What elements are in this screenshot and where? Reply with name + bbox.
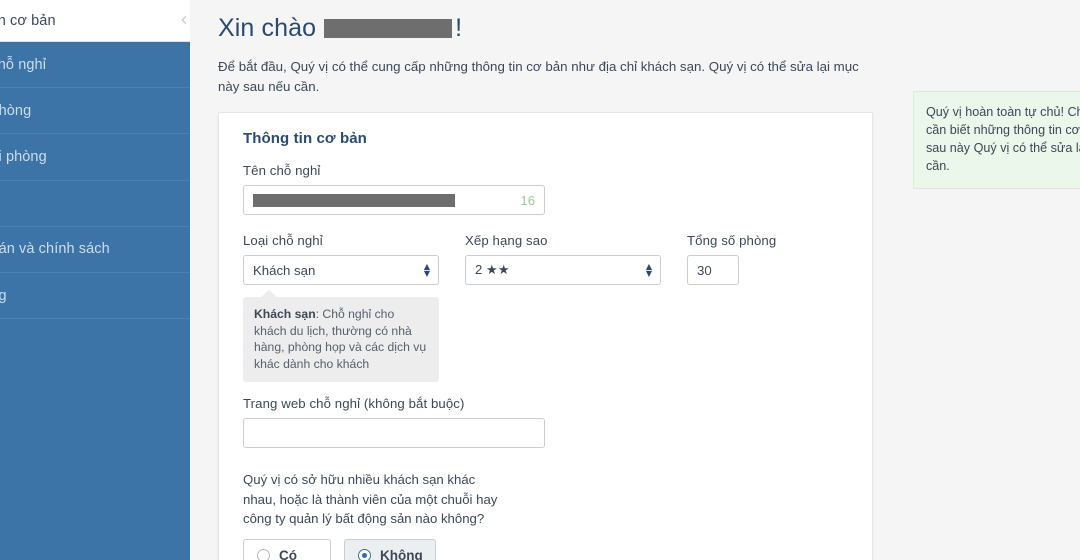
- sidebar: g tin cơ bản ‹ ết chỗ nghỉ ết phòng nghi…: [0, 0, 190, 560]
- total-rooms-value: 30: [697, 262, 712, 278]
- redacted-property-name: [253, 193, 455, 207]
- card-title: Thông tin cơ bản: [243, 130, 367, 147]
- tooltip-term: Khách sạn: [254, 307, 316, 321]
- total-rooms-field: Tổng số phòng 30: [687, 233, 797, 285]
- radio-circle-icon: [257, 548, 270, 560]
- chain-radio-group: Có Không: [243, 538, 848, 560]
- radio-label-yes: Có: [279, 547, 297, 560]
- main-content: Xin chào ! Để bắt đầu, Quý vị có thể cun…: [190, 0, 1080, 560]
- chain-question-label: Quý vị có sở hữu nhiều khách sạn khác nh…: [243, 472, 498, 526]
- greeting-suffix: !: [455, 14, 463, 42]
- sidebar-item-3[interactable]: ành: [0, 181, 190, 227]
- property-name-label: Tên chỗ nghỉ: [243, 163, 321, 178]
- sidebar-header: g tin cơ bản ‹: [0, 0, 190, 42]
- tip-text: Quý vị hoàn toàn tự chủ! Chúng tôi c cần…: [926, 105, 1080, 173]
- sidebar-item-label: ết phòng: [0, 102, 32, 119]
- sidebar-item-0[interactable]: ết chỗ nghỉ: [0, 42, 190, 89]
- page-title: Xin chào !: [218, 14, 1080, 43]
- website-label: Trang web chỗ nghỉ (không bắt buộc): [243, 396, 465, 411]
- star-rating-label: Xếp hạng sao: [465, 233, 548, 248]
- website-input[interactable]: [243, 418, 545, 448]
- sidebar-header-title: g tin cơ bản: [0, 12, 56, 29]
- sidebar-item-5[interactable]: đồng: [0, 273, 190, 320]
- property-type-label: Loại chỗ nghỉ: [243, 233, 323, 248]
- radio-option-yes[interactable]: Có: [243, 538, 331, 560]
- star-rating-field: Xếp hạng sao 2 ★★ ▲ ▼: [465, 233, 687, 285]
- total-rooms-label: Tổng số phòng: [687, 233, 777, 248]
- property-name-input[interactable]: 16: [243, 185, 545, 215]
- property-type-value: Khách sạn: [253, 262, 316, 278]
- star-rating-select[interactable]: 2 ★★ ▲ ▼: [465, 255, 661, 285]
- redacted-user-name: [324, 19, 453, 38]
- sidebar-item-label: ết chỗ nghỉ: [0, 56, 47, 73]
- field-row: Loại chỗ nghỉ Khách sạn ▲ ▼ Xếp hạng sao …: [243, 233, 848, 285]
- sidebar-item-label: đồng: [0, 288, 7, 304]
- sidebar-item-4[interactable]: n toán và chính sách: [0, 227, 190, 273]
- chevron-left-icon[interactable]: ‹: [180, 9, 188, 29]
- tip-panel: Quý vị hoàn toàn tự chủ! Chúng tôi c cần…: [913, 91, 1080, 189]
- chevron-updown-icon: ▲ ▼: [645, 262, 652, 278]
- star-rating-value: 2 ★★: [475, 262, 510, 277]
- radio-circle-selected-icon: [358, 548, 371, 560]
- sidebar-item-1[interactable]: ết phòng: [0, 88, 190, 135]
- property-type-tooltip: Khách sạn: Chỗ nghỉ cho khách du lịch, t…: [243, 290, 439, 382]
- chevron-updown-icon: ▲ ▼: [423, 262, 430, 278]
- basic-info-card: Thông tin cơ bản Tên chỗ nghỉ 16 Loại ch…: [218, 112, 873, 560]
- sidebar-item-label: n toán và chính sách: [0, 241, 110, 258]
- total-rooms-input[interactable]: 30: [687, 255, 739, 285]
- property-type-field: Loại chỗ nghỉ Khách sạn ▲ ▼: [243, 233, 465, 285]
- sidebar-nav: ết chỗ nghỉ ết phòng nghi phòng ành n to…: [0, 42, 190, 560]
- property-type-select[interactable]: Khách sạn ▲ ▼: [243, 255, 439, 285]
- intro-paragraph: Để bắt đầu, Quý vị có thể cung cấp những…: [218, 59, 859, 94]
- sidebar-item-2[interactable]: nghi phòng: [0, 134, 190, 181]
- radio-option-no[interactable]: Không: [344, 538, 436, 560]
- character-counter: 16: [520, 192, 535, 208]
- sidebar-item-label: nghi phòng: [0, 148, 47, 165]
- greeting-prefix: Xin chào: [218, 14, 317, 42]
- radio-label-no: Không: [380, 547, 423, 560]
